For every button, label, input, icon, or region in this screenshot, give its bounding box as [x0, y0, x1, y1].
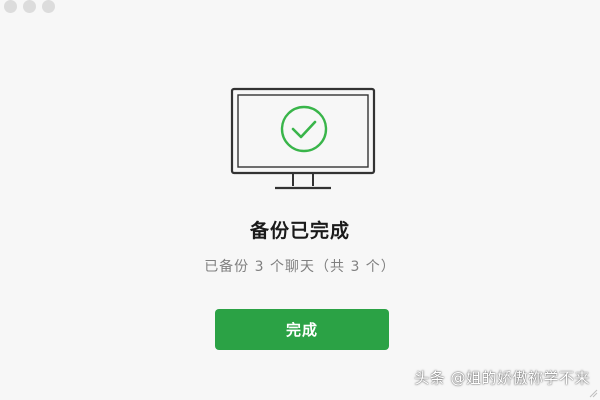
- monitor-check-icon: [230, 87, 376, 190]
- backup-complete-window: 备份已完成 已备份 3 个聊天（共 3 个） 完成 头条 @姐的娇傲祢学不来: [0, 0, 600, 400]
- status-subtitle: 已备份 3 个聊天（共 3 个）: [204, 259, 396, 275]
- minimize-window-button[interactable]: [23, 0, 36, 13]
- check-circle-icon: [280, 105, 328, 153]
- window-controls: [4, 0, 55, 13]
- watermark: 头条 @姐的娇傲祢学不来: [414, 369, 590, 387]
- close-window-button[interactable]: [4, 0, 17, 13]
- maximize-window-button[interactable]: [42, 0, 55, 13]
- resize-grip-icon[interactable]: [588, 388, 598, 398]
- done-button[interactable]: 完成: [215, 309, 389, 350]
- status-title: 备份已完成: [249, 220, 350, 242]
